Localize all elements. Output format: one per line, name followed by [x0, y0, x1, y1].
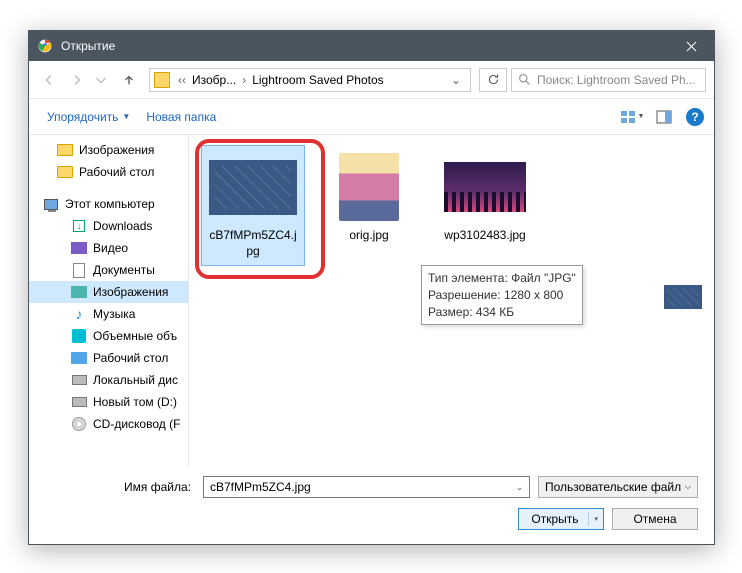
forward-button[interactable] — [65, 68, 89, 92]
chevron-right-icon: › — [238, 73, 250, 87]
chevron-right-icon: ‹‹ — [174, 73, 190, 87]
filename-combobox[interactable]: cB7fMPm5ZC4.jpg ⌄ — [203, 476, 530, 498]
filename-label: Имя файла: — [45, 480, 195, 494]
tree-item-3dobjects[interactable]: Объемные объ — [29, 325, 188, 347]
chevron-down-icon: ⌄ — [516, 483, 523, 492]
command-bar: Упорядочить▼ Новая папка ▼ ? — [29, 99, 714, 135]
chevron-down-icon: ⌵ — [685, 482, 691, 492]
open-file-dialog: Открытие ‹‹ Изобр... › Lightroom Saved P… — [28, 30, 715, 545]
breadcrumb-item[interactable]: Изобр... — [190, 73, 238, 87]
file-name: wp3102483.jpg — [444, 228, 525, 244]
nav-row: ‹‹ Изобр... › Lightroom Saved Photos ⌄ П… — [29, 61, 714, 99]
file-thumbnail — [323, 152, 415, 222]
file-thumbnail — [439, 152, 531, 222]
tree-item-downloads[interactable]: ↓Downloads — [29, 215, 188, 237]
tree-item-videos[interactable]: Видео — [29, 237, 188, 259]
file-item[interactable]: cB7fMPm5ZC4.jpg — [201, 145, 305, 266]
new-folder-button[interactable]: Новая папка — [138, 99, 224, 134]
cancel-button[interactable]: Отмена — [612, 508, 698, 530]
open-button[interactable]: Открыть — [518, 508, 604, 530]
titlebar: Открытие — [29, 31, 714, 61]
file-item[interactable]: wp3102483.jpg — [433, 145, 537, 251]
history-dropdown[interactable] — [89, 68, 113, 92]
help-button[interactable]: ? — [686, 108, 704, 126]
filetype-combobox[interactable]: Пользовательские файлы (*.jf ⌵ — [538, 476, 698, 498]
chrome-icon — [37, 38, 53, 54]
dialog-footer: Имя файла: cB7fMPm5ZC4.jpg ⌄ Пользовател… — [29, 466, 714, 544]
tree-item-new-volume[interactable]: Новый том (D:) — [29, 391, 188, 413]
tree-item-documents[interactable]: Документы — [29, 259, 188, 281]
up-button[interactable] — [117, 68, 141, 92]
navigation-tree[interactable]: Изображения Рабочий стол Этот компьютер … — [29, 135, 189, 466]
tree-item-music[interactable]: ♪Музыка — [29, 303, 188, 325]
folder-icon — [154, 72, 170, 88]
file-thumbnail — [207, 152, 299, 222]
dialog-body: Изображения Рабочий стол Этот компьютер … — [29, 135, 714, 466]
filename-value: cB7fMPm5ZC4.jpg — [210, 480, 311, 494]
tree-item-thispc[interactable]: Этот компьютер — [29, 193, 188, 215]
tree-item-pictures-2[interactable]: Изображения — [29, 281, 188, 303]
search-placeholder: Поиск: Lightroom Saved Ph... — [537, 73, 696, 87]
close-button[interactable] — [669, 31, 714, 61]
refresh-button[interactable] — [479, 68, 507, 92]
window-title: Открытие — [61, 39, 669, 53]
search-input[interactable]: Поиск: Lightroom Saved Ph... — [511, 68, 706, 92]
file-name: orig.jpg — [349, 228, 388, 244]
breadcrumb-dropdown[interactable]: ⌄ — [446, 73, 466, 87]
tree-item-desktop[interactable]: Рабочий стол — [29, 161, 188, 183]
view-options-button[interactable]: ▼ — [616, 105, 648, 129]
tree-item-desktop-2[interactable]: Рабочий стол — [29, 347, 188, 369]
file-list-area[interactable]: cB7fMPm5ZC4.jpg orig.jpg wp3102483.jpg Т… — [189, 135, 714, 466]
preview-pane-thumb — [664, 285, 702, 309]
back-button[interactable] — [37, 68, 61, 92]
file-name: cB7fMPm5ZC4.jpg — [206, 228, 300, 259]
tree-item-cd-drive[interactable]: CD-дисковод (F — [29, 413, 188, 435]
organize-menu[interactable]: Упорядочить▼ — [39, 99, 138, 134]
breadcrumb-item[interactable]: Lightroom Saved Photos — [250, 73, 385, 87]
tree-item-local-disk[interactable]: Локальный дис — [29, 369, 188, 391]
file-tooltip: Тип элемента: Файл "JPG" Разрешение: 128… — [421, 265, 583, 325]
tree-item-pictures[interactable]: Изображения — [29, 139, 188, 161]
breadcrumb[interactable]: ‹‹ Изобр... › Lightroom Saved Photos ⌄ — [149, 68, 471, 92]
file-item[interactable]: orig.jpg — [317, 145, 421, 251]
preview-pane-button[interactable] — [648, 105, 680, 129]
